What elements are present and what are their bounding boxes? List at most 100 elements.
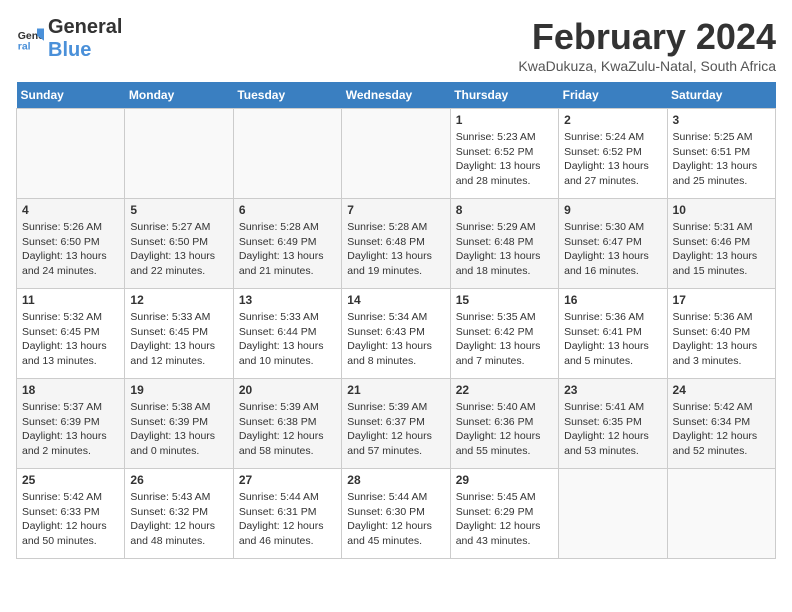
- day-number: 18: [22, 383, 119, 397]
- day-number: 6: [239, 203, 336, 217]
- day-number: 25: [22, 473, 119, 487]
- day-detail: Sunrise: 5:41 AM Sunset: 6:35 PM Dayligh…: [564, 400, 661, 459]
- day-number: 20: [239, 383, 336, 397]
- logo-text: General Blue: [48, 16, 122, 62]
- day-number: 28: [347, 473, 444, 487]
- calendar-cell: [667, 469, 775, 559]
- calendar-cell: 18Sunrise: 5:37 AM Sunset: 6:39 PM Dayli…: [17, 379, 125, 469]
- calendar-cell: 6 Sunrise: 5:28 AM Sunset: 6:49 PM Daylig…: [233, 199, 341, 289]
- day-number: 29: [456, 473, 553, 487]
- calendar-cell: 13 Sunrise: 5:33 AM Sunset: 6:44 PM Dayli…: [233, 289, 341, 379]
- calendar-cell: [17, 109, 125, 199]
- day-detail: Sunrise: 5:39 AM Sunset: 6:37 PM Dayligh…: [347, 400, 444, 459]
- calendar-cell: 24 Sunrise: 5:42 AM Sunset: 6:34 PM Dayli…: [667, 379, 775, 469]
- calendar-cell: 21Sunrise: 5:39 AM Sunset: 6:37 PM Dayli…: [342, 379, 450, 469]
- day-header-tuesday: Tuesday: [233, 82, 341, 109]
- calendar-title: February 2024: [518, 16, 776, 58]
- day-detail: Sunrise: 5:38 AM Sunset: 6:39 PM Dayligh…: [130, 400, 227, 459]
- day-detail: Sunrise: 5:36 AM Sunset: 6:40 PM Dayligh…: [673, 310, 770, 369]
- day-number: 16: [564, 293, 661, 307]
- calendar-cell: 27 Sunrise: 5:44 AM Sunset: 6:31 PM Dayli…: [233, 469, 341, 559]
- calendar-week-1: 1 Sunrise: 5:23 AM Sunset: 6:52 PM Daylig…: [17, 109, 776, 199]
- calendar-cell: 25 Sunrise: 5:42 AM Sunset: 6:33 PM Dayli…: [17, 469, 125, 559]
- calendar-cell: 11Sunrise: 5:32 AM Sunset: 6:45 PM Dayli…: [17, 289, 125, 379]
- day-header-monday: Monday: [125, 82, 233, 109]
- day-header-saturday: Saturday: [667, 82, 775, 109]
- calendar-cell: 10 Sunrise: 5:31 AM Sunset: 6:46 PM Dayli…: [667, 199, 775, 289]
- page-header: Gene ral General Blue February 2024 KwaD…: [16, 16, 776, 74]
- day-number: 4: [22, 203, 119, 217]
- calendar-cell: 2Sunrise: 5:24 AM Sunset: 6:52 PM Daylig…: [559, 109, 667, 199]
- calendar-cell: 20 Sunrise: 5:39 AM Sunset: 6:38 PM Dayli…: [233, 379, 341, 469]
- logo: Gene ral General Blue: [16, 16, 122, 62]
- calendar-table: SundayMondayTuesdayWednesdayThursdayFrid…: [16, 82, 776, 559]
- calendar-cell: 15Sunrise: 5:35 AM Sunset: 6:42 PM Dayli…: [450, 289, 558, 379]
- day-header-sunday: Sunday: [17, 82, 125, 109]
- day-number: 26: [130, 473, 227, 487]
- day-detail: Sunrise: 5:36 AM Sunset: 6:41 PM Dayligh…: [564, 310, 661, 369]
- calendar-header: SundayMondayTuesdayWednesdayThursdayFrid…: [17, 82, 776, 109]
- day-detail: Sunrise: 5:44 AM Sunset: 6:30 PM Dayligh…: [347, 490, 444, 549]
- day-detail: Sunrise: 5:40 AM Sunset: 6:36 PM Dayligh…: [456, 400, 553, 459]
- day-number: 10: [673, 203, 770, 217]
- calendar-cell: 8Sunrise: 5:29 AM Sunset: 6:48 PM Daylig…: [450, 199, 558, 289]
- day-detail: Sunrise: 5:39 AM Sunset: 6:38 PM Dayligh…: [239, 400, 336, 459]
- calendar-cell: [342, 109, 450, 199]
- calendar-cell: 26 Sunrise: 5:43 AM Sunset: 6:32 PM Dayli…: [125, 469, 233, 559]
- day-detail: Sunrise: 5:42 AM Sunset: 6:34 PM Dayligh…: [673, 400, 770, 459]
- day-number: 7: [347, 203, 444, 217]
- day-detail: Sunrise: 5:42 AM Sunset: 6:33 PM Dayligh…: [22, 490, 119, 549]
- day-detail: Sunrise: 5:44 AM Sunset: 6:31 PM Dayligh…: [239, 490, 336, 549]
- day-detail: Sunrise: 5:25 AM Sunset: 6:51 PM Dayligh…: [673, 130, 770, 189]
- calendar-cell: 28 Sunrise: 5:44 AM Sunset: 6:30 PM Dayli…: [342, 469, 450, 559]
- calendar-subtitle: KwaDukuza, KwaZulu-Natal, South Africa: [518, 58, 776, 74]
- calendar-cell: 5 Sunrise: 5:27 AM Sunset: 6:50 PM Daylig…: [125, 199, 233, 289]
- day-detail: Sunrise: 5:33 AM Sunset: 6:44 PM Dayligh…: [239, 310, 336, 369]
- day-detail: Sunrise: 5:28 AM Sunset: 6:49 PM Dayligh…: [239, 220, 336, 279]
- day-number: 22: [456, 383, 553, 397]
- day-detail: Sunrise: 5:45 AM Sunset: 6:29 PM Dayligh…: [456, 490, 553, 549]
- calendar-week-4: 18Sunrise: 5:37 AM Sunset: 6:39 PM Dayli…: [17, 379, 776, 469]
- day-number: 5: [130, 203, 227, 217]
- day-number: 11: [22, 293, 119, 307]
- day-detail: Sunrise: 5:29 AM Sunset: 6:48 PM Dayligh…: [456, 220, 553, 279]
- calendar-cell: 22 Sunrise: 5:40 AM Sunset: 6:36 PM Dayli…: [450, 379, 558, 469]
- day-detail: Sunrise: 5:31 AM Sunset: 6:46 PM Dayligh…: [673, 220, 770, 279]
- day-number: 13: [239, 293, 336, 307]
- day-header-thursday: Thursday: [450, 82, 558, 109]
- day-detail: Sunrise: 5:27 AM Sunset: 6:50 PM Dayligh…: [130, 220, 227, 279]
- day-detail: Sunrise: 5:23 AM Sunset: 6:52 PM Dayligh…: [456, 130, 553, 189]
- calendar-cell: [125, 109, 233, 199]
- calendar-cell: 16 Sunrise: 5:36 AM Sunset: 6:41 PM Dayli…: [559, 289, 667, 379]
- day-number: 14: [347, 293, 444, 307]
- title-area: February 2024 KwaDukuza, KwaZulu-Natal, …: [518, 16, 776, 74]
- day-detail: Sunrise: 5:28 AM Sunset: 6:48 PM Dayligh…: [347, 220, 444, 279]
- calendar-cell: 3Sunrise: 5:25 AM Sunset: 6:51 PM Daylig…: [667, 109, 775, 199]
- day-number: 23: [564, 383, 661, 397]
- day-number: 27: [239, 473, 336, 487]
- day-detail: Sunrise: 5:43 AM Sunset: 6:32 PM Dayligh…: [130, 490, 227, 549]
- calendar-cell: 17Sunrise: 5:36 AM Sunset: 6:40 PM Dayli…: [667, 289, 775, 379]
- day-detail: Sunrise: 5:24 AM Sunset: 6:52 PM Dayligh…: [564, 130, 661, 189]
- calendar-cell: 12Sunrise: 5:33 AM Sunset: 6:45 PM Dayli…: [125, 289, 233, 379]
- calendar-body: 1 Sunrise: 5:23 AM Sunset: 6:52 PM Daylig…: [17, 109, 776, 559]
- calendar-cell: 14Sunrise: 5:34 AM Sunset: 6:43 PM Dayli…: [342, 289, 450, 379]
- day-number: 15: [456, 293, 553, 307]
- day-number: 12: [130, 293, 227, 307]
- day-header-friday: Friday: [559, 82, 667, 109]
- logo-icon: Gene ral: [16, 25, 44, 53]
- calendar-week-2: 4Sunrise: 5:26 AM Sunset: 6:50 PM Daylig…: [17, 199, 776, 289]
- calendar-week-3: 11Sunrise: 5:32 AM Sunset: 6:45 PM Dayli…: [17, 289, 776, 379]
- day-number: 1: [456, 113, 553, 127]
- calendar-cell: 9Sunrise: 5:30 AM Sunset: 6:47 PM Daylig…: [559, 199, 667, 289]
- calendar-cell: 4Sunrise: 5:26 AM Sunset: 6:50 PM Daylig…: [17, 199, 125, 289]
- day-number: 19: [130, 383, 227, 397]
- calendar-week-5: 25 Sunrise: 5:42 AM Sunset: 6:33 PM Dayli…: [17, 469, 776, 559]
- calendar-cell: 1 Sunrise: 5:23 AM Sunset: 6:52 PM Daylig…: [450, 109, 558, 199]
- calendar-cell: 23 Sunrise: 5:41 AM Sunset: 6:35 PM Dayli…: [559, 379, 667, 469]
- calendar-cell: [559, 469, 667, 559]
- calendar-cell: 29 Sunrise: 5:45 AM Sunset: 6:29 PM Dayli…: [450, 469, 558, 559]
- calendar-cell: [233, 109, 341, 199]
- day-number: 24: [673, 383, 770, 397]
- day-detail: Sunrise: 5:30 AM Sunset: 6:47 PM Dayligh…: [564, 220, 661, 279]
